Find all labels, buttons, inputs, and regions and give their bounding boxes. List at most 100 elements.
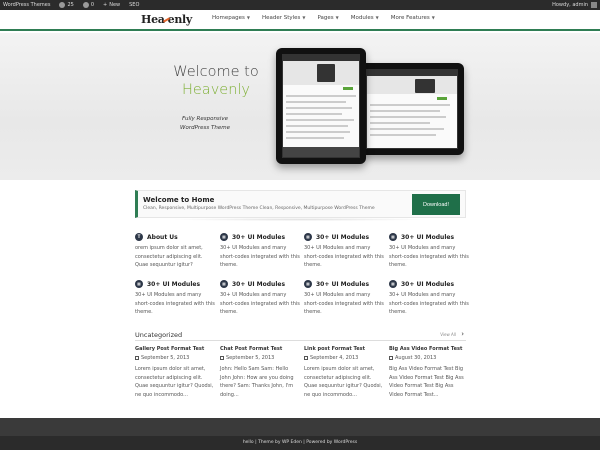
logo-suffix: enly <box>167 13 193 26</box>
mini-tablet-icon <box>415 79 435 93</box>
nav-label: Modules <box>350 15 374 21</box>
feature-body: 30+ UI Modules and many short-codes inte… <box>389 292 469 315</box>
feature-body: 30+ UI Modules and many short-codes inte… <box>135 292 215 315</box>
hero-banner: Welcome to Heavenly Fully Responsive Wor… <box>0 33 600 180</box>
chevron-down-icon: ▼ <box>431 15 435 20</box>
nav-pages[interactable]: Pages ▼ <box>317 15 338 21</box>
chevron-down-icon: ▼ <box>246 15 250 20</box>
comments-icon <box>82 2 89 8</box>
screen-line <box>286 95 356 97</box>
hero-subtitle: Fully Responsive WordPress Theme <box>160 115 250 133</box>
nav-header-styles[interactable]: Header Styles ▼ <box>262 15 306 21</box>
site-footer: hello | Theme by WP Eden | Powered by Wo… <box>0 418 600 450</box>
screen-line <box>286 131 350 133</box>
calendar-icon <box>389 356 393 360</box>
post-item: Big Ass Video Format Test August 30, 201… <box>389 346 469 399</box>
site-logo[interactable]: Hea enly <box>141 13 192 26</box>
nav-label: Homepages <box>212 15 245 21</box>
logo-prefix: Hea <box>141 13 165 26</box>
screen-button <box>437 97 447 100</box>
welcome-box: Welcome to Home Clean, Responsive, Multi… <box>135 190 466 218</box>
post-date: September 5, 2013 <box>135 355 215 361</box>
post-date: September 4, 2013 <box>304 355 384 361</box>
admin-account[interactable]: Howdy, admin <box>552 2 597 8</box>
grid-circle-icon: ▦ <box>220 233 228 241</box>
greeting: Howdy, admin <box>552 2 588 8</box>
post-date: August 30, 2013 <box>389 355 469 361</box>
grid-circle-icon: ▦ <box>304 233 312 241</box>
post-item: Chat Post Format Test September 5, 2013 … <box>220 346 300 399</box>
post-excerpt: John: Hello Sam Sam: Hello John John: Ho… <box>220 366 294 398</box>
grid-circle-icon: ▦ <box>135 280 143 288</box>
post-excerpt: Lorem ipsum dolor sit amet, consectetur … <box>304 366 383 398</box>
feature-body: 30+ UI Modules and many short-codes inte… <box>304 245 384 268</box>
feature-item: ▦ 30+ UI Modules 30+ UI Modules and many … <box>389 233 469 270</box>
updates-icon <box>59 2 66 8</box>
post-date: September 5, 2013 <box>220 355 300 361</box>
admin-site-link[interactable]: WordPress Themes <box>3 2 50 8</box>
chevron-right-icon[interactable]: › <box>461 330 464 338</box>
post-excerpt: Lorem ipsum dolor sit amet, consectetur … <box>135 366 214 398</box>
welcome-title: Welcome to Home <box>143 196 215 204</box>
calendar-icon <box>220 356 224 360</box>
new-label: New <box>109 2 121 8</box>
screen-line <box>286 137 344 139</box>
post-item: Gallery Post Format Test September 5, 20… <box>135 346 215 399</box>
feature-item: ▦ 30+ UI Modules 30+ UI Modules and many … <box>135 280 215 317</box>
grid-circle-icon: ▦ <box>389 233 397 241</box>
post-date-text: September 5, 2013 <box>141 355 190 361</box>
feature-item: ▦ 30+ UI Modules 30+ UI Modules and many … <box>304 280 384 317</box>
site-name[interactable]: WordPress Themes <box>3 2 50 8</box>
nav-homepages[interactable]: Homepages ▼ <box>212 15 250 21</box>
chevron-down-icon: ▼ <box>302 15 306 20</box>
screen-line <box>286 125 348 127</box>
tablet-screen <box>282 54 360 158</box>
feature-item: ▦ 30+ UI Modules 30+ UI Modules and many … <box>220 233 300 270</box>
admin-comments[interactable]: 0 <box>82 2 94 8</box>
feature-title: 30+ UI Modules <box>232 280 286 288</box>
post-title[interactable]: Gallery Post Format Test <box>135 346 215 352</box>
post-excerpt: Big Ass Video Format Test Big Ass Video … <box>389 366 464 398</box>
grid-circle-icon: ▦ <box>304 280 312 288</box>
download-button[interactable]: Download! <box>412 194 460 215</box>
feature-body: 30+ UI Modules and many short-codes inte… <box>220 245 300 268</box>
feature-title: 30+ UI Modules <box>401 280 455 288</box>
updates-count: 25 <box>67 2 74 8</box>
feature-title: 30+ UI Modules <box>316 280 370 288</box>
post-list: Gallery Post Format Test September 5, 20… <box>135 346 466 406</box>
feature-body: 30+ UI Modules and many short-codes inte… <box>220 292 300 315</box>
post-title[interactable]: Chat Post Format Test <box>220 346 300 352</box>
avatar <box>591 2 597 8</box>
nav-label: Header Styles <box>261 15 301 21</box>
hero-title: Welcome to Heavenly <box>156 63 276 99</box>
nav-modules[interactable]: Modules ▼ <box>351 15 379 21</box>
hero-title-line1: Welcome to <box>173 64 259 80</box>
feature-title: 30+ UI Modules <box>316 233 370 241</box>
screen-line <box>370 104 450 106</box>
screen-line <box>370 134 436 136</box>
post-title[interactable]: Link post Format Test <box>304 346 384 352</box>
screen-line <box>283 147 359 157</box>
post-item: Link post Format Test September 4, 2013 … <box>304 346 384 399</box>
view-all-link[interactable]: View All <box>440 332 456 337</box>
screen-line <box>370 128 444 130</box>
post-title[interactable]: Big Ass Video Format Test <box>389 346 469 352</box>
screen-line <box>286 119 354 121</box>
screen-button <box>343 87 353 90</box>
feature-body: 30+ UI Modules and many short-codes inte… <box>304 292 384 315</box>
screen-banner <box>367 76 457 94</box>
nav-label: More Features <box>390 15 430 21</box>
nav-label: Pages <box>317 15 334 21</box>
feature-title: 30+ UI Modules <box>147 280 201 288</box>
footer-widget-area <box>0 418 600 436</box>
screen-line <box>286 113 342 115</box>
tablet-screen <box>366 69 458 149</box>
admin-bar: WordPress Themes 25 0 + New SEO Howdy, a… <box>0 0 600 10</box>
nav-more-features[interactable]: More Features ▼ <box>391 15 435 21</box>
admin-new[interactable]: + New <box>103 2 120 8</box>
tablet-image-front <box>276 48 366 164</box>
admin-updates[interactable]: 25 <box>59 2 74 8</box>
admin-seo[interactable]: SEO <box>129 2 139 8</box>
welcome-shadow <box>170 218 430 221</box>
site-header: Hea enly Homepages ▼ Header Styles ▼ Pages ▼… <box>0 10 600 31</box>
